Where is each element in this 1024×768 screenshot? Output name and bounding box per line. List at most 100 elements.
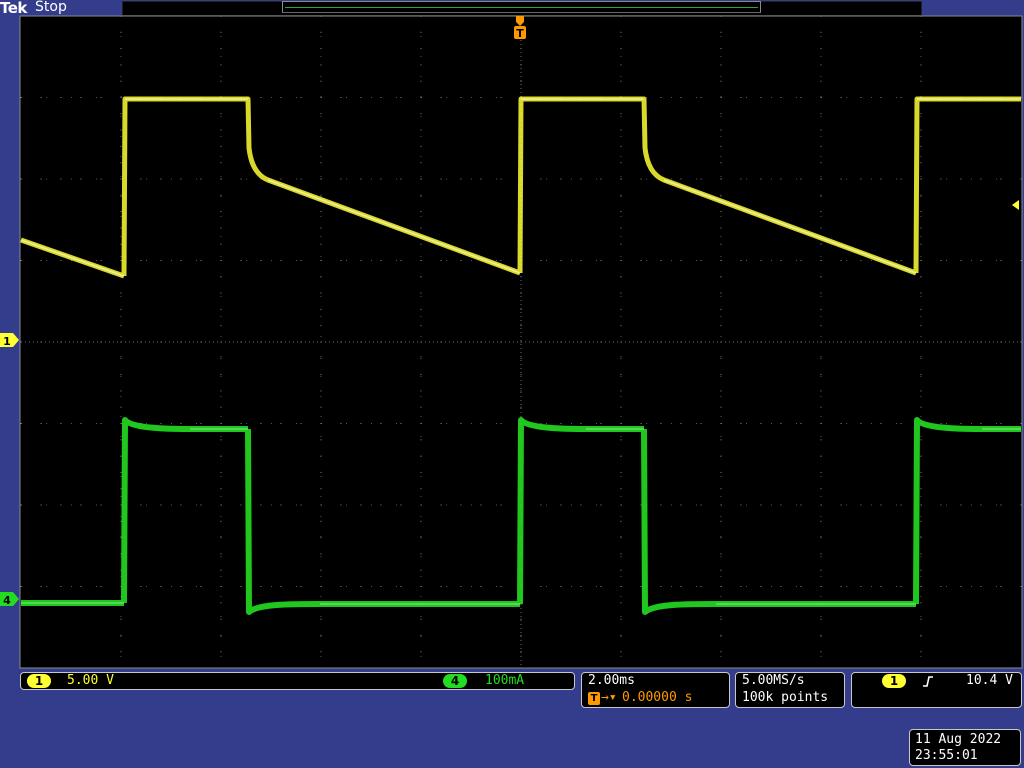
rising-edge-icon bbox=[923, 676, 933, 687]
grid-dot bbox=[660, 341, 662, 343]
grid-dot bbox=[620, 471, 622, 473]
grid-dot bbox=[640, 423, 642, 424]
grid-dot bbox=[660, 423, 662, 424]
grid-dot bbox=[320, 569, 322, 571]
grid-dot bbox=[440, 260, 442, 261]
grid-dot bbox=[1020, 178, 1022, 180]
grid-dot bbox=[800, 423, 802, 424]
ch1-ground-marker[interactable]: 1 bbox=[0, 333, 19, 348]
grid-dot bbox=[960, 260, 962, 261]
grid-dot bbox=[120, 374, 122, 376]
grid-dot bbox=[400, 260, 402, 261]
grid-dot bbox=[360, 97, 362, 98]
horizontal-readout[interactable]: 2.00ms T →▾ 0.00000 s bbox=[581, 672, 730, 708]
grid-dot bbox=[920, 292, 922, 294]
grid-dot bbox=[560, 423, 562, 424]
grid-dot bbox=[120, 439, 122, 441]
grid-dot bbox=[20, 178, 22, 180]
grid-dot bbox=[100, 586, 102, 587]
grid-dot bbox=[420, 406, 422, 408]
grid-dot bbox=[320, 194, 322, 196]
grid-dot bbox=[880, 504, 882, 506]
grid-dot bbox=[720, 357, 722, 359]
grid-dot bbox=[420, 537, 422, 539]
grid-dot bbox=[420, 15, 422, 17]
grid-dot bbox=[860, 178, 862, 180]
grid-dot bbox=[220, 260, 222, 261]
grid-dot bbox=[220, 406, 222, 408]
ch4-ground-marker[interactable]: 4 bbox=[0, 592, 19, 607]
grid-dot bbox=[1020, 586, 1022, 587]
grid-dot bbox=[460, 586, 462, 587]
grid-dot bbox=[720, 374, 722, 376]
grid-dot bbox=[140, 178, 142, 180]
grid-dot bbox=[400, 586, 402, 587]
grid-dot bbox=[160, 341, 162, 343]
grid-dot bbox=[720, 634, 722, 636]
grid-dot bbox=[260, 504, 262, 506]
grid-dot bbox=[780, 423, 782, 424]
grid-dot bbox=[820, 586, 822, 587]
grid-dot bbox=[960, 423, 962, 424]
grid-dot bbox=[80, 178, 82, 180]
grid-dot bbox=[820, 569, 822, 571]
grid-dot bbox=[1020, 423, 1022, 424]
grid-dot bbox=[920, 276, 922, 278]
grid-dot bbox=[100, 423, 102, 424]
grid-dot bbox=[720, 64, 722, 66]
vertical-scale-readout[interactable]: 1 5.00 V 4 100mA bbox=[20, 672, 575, 690]
grid-dot bbox=[720, 586, 722, 587]
grid-dot bbox=[80, 97, 82, 98]
ch4-badge: 4 bbox=[443, 674, 467, 688]
grid-dot bbox=[780, 97, 782, 98]
grid-dot bbox=[380, 504, 382, 506]
grid-dot bbox=[900, 586, 902, 587]
grid-dot bbox=[900, 97, 902, 98]
svg-text:1: 1 bbox=[3, 335, 11, 348]
grid-dot bbox=[620, 325, 622, 327]
grid-dot bbox=[120, 80, 122, 82]
grid-dot bbox=[720, 325, 722, 327]
grid-dot bbox=[920, 227, 922, 229]
grid-dot bbox=[200, 586, 202, 587]
grid-dot bbox=[180, 341, 182, 343]
grid-dot bbox=[920, 406, 922, 408]
grid-dot bbox=[420, 634, 422, 636]
grid-dot bbox=[120, 243, 122, 245]
grid-dot bbox=[840, 504, 842, 506]
grid-dot bbox=[120, 667, 122, 669]
trigger-readout[interactable]: 1 10.4 V bbox=[851, 672, 1022, 708]
acquisition-readout[interactable]: 5.00MS/s 100k points bbox=[735, 672, 845, 708]
grid-dot bbox=[840, 178, 842, 180]
grid-dot bbox=[720, 553, 722, 555]
grid-dot bbox=[520, 276, 522, 278]
grid-dot bbox=[320, 455, 322, 457]
grid-dot bbox=[420, 488, 422, 490]
grid-dot bbox=[820, 667, 822, 669]
grid-dot bbox=[620, 308, 622, 310]
grid-dot bbox=[400, 341, 402, 343]
grid-dot bbox=[720, 276, 722, 278]
grid-dot bbox=[320, 341, 322, 343]
grid-dot bbox=[220, 667, 222, 669]
grid-dot bbox=[820, 211, 822, 213]
grid-dot bbox=[220, 553, 222, 555]
grid-dot bbox=[820, 325, 822, 327]
grid-dot bbox=[420, 423, 422, 424]
grid-dot bbox=[320, 390, 322, 392]
grid-dot bbox=[520, 374, 522, 376]
grid-dot bbox=[900, 423, 902, 424]
grid-dot bbox=[360, 341, 362, 343]
grid-dot bbox=[920, 80, 922, 82]
grid-dot bbox=[280, 178, 282, 180]
grid-dot bbox=[520, 651, 522, 653]
grid-dot bbox=[260, 97, 262, 98]
grid-dot bbox=[720, 471, 722, 473]
grid-dot bbox=[740, 423, 742, 424]
grid-dot bbox=[420, 129, 422, 131]
record-view-window[interactable] bbox=[282, 1, 761, 13]
grid-dot bbox=[420, 618, 422, 620]
grid-dot bbox=[820, 374, 822, 376]
grid-dot bbox=[920, 243, 922, 245]
grid-dot bbox=[820, 162, 822, 164]
